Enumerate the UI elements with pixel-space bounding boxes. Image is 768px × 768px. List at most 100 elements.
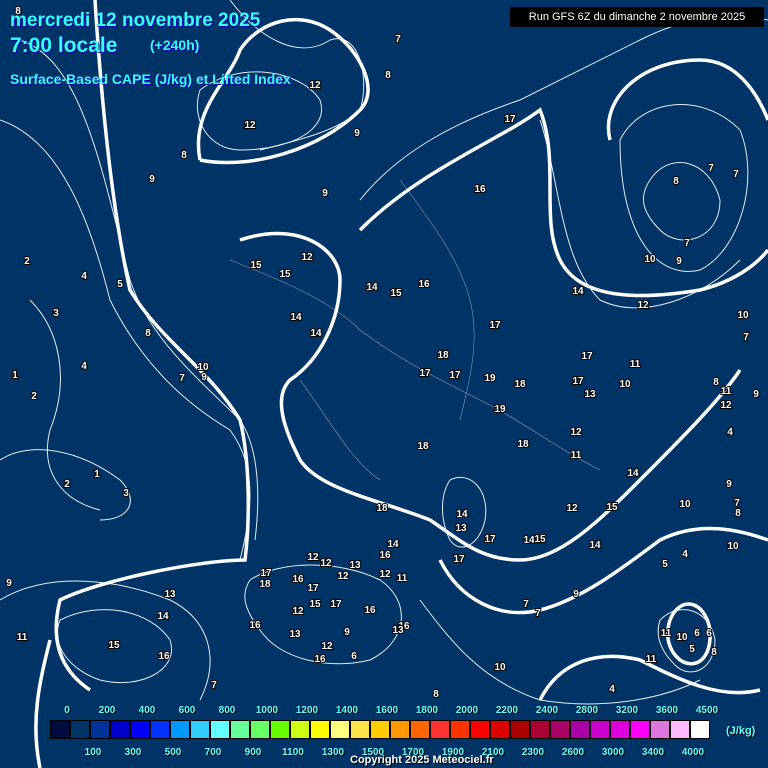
legend-label-top: 600 — [178, 705, 196, 716]
forecast-date: mercredi 12 novembre 2025 — [10, 10, 261, 31]
contour-label: 16 — [249, 620, 261, 631]
legend-label-top: 3600 — [655, 705, 679, 716]
legend-label-top: 1800 — [415, 705, 439, 716]
contour-label: 17 — [572, 376, 584, 387]
legend-swatch — [150, 720, 170, 739]
legend-label-top: 0 — [64, 705, 70, 716]
product-title: Surface-Based CAPE (J/kg) et Lifted Inde… — [10, 71, 291, 87]
legend-label-bottom: 1300 — [321, 747, 345, 758]
contour-label: 2 — [31, 391, 37, 402]
contour-label: 10 — [494, 662, 506, 673]
contour-label: 12 — [320, 558, 332, 569]
legend-label-top: 1600 — [375, 705, 399, 716]
legend-swatch — [170, 720, 190, 739]
contour-label: 1 — [94, 469, 100, 480]
contour-label: 12 — [637, 300, 649, 311]
legend-label-bottom: 100 — [84, 747, 102, 758]
contour-label: 7 — [395, 34, 401, 45]
contour-label: 12 — [379, 569, 391, 580]
contour-label: 9 — [344, 627, 350, 638]
contour-label: 10 — [737, 310, 749, 321]
contour-label: 3 — [53, 308, 59, 319]
legend-swatch — [190, 720, 210, 739]
legend-label-bottom: 4000 — [681, 747, 705, 758]
legend-swatch — [250, 720, 270, 739]
contour-label: 9 — [753, 389, 759, 400]
legend-label-bottom: 500 — [164, 747, 182, 758]
legend-label-top: 2000 — [455, 705, 479, 716]
legend-swatch — [670, 720, 690, 739]
contour-label: 7 — [684, 238, 690, 249]
contour-label: 4 — [81, 271, 87, 282]
contour-label: 14 — [366, 282, 378, 293]
contour-label: 12 — [244, 120, 256, 131]
contour-label: 12 — [570, 427, 582, 438]
contour-label: 10 — [676, 632, 688, 643]
contour-label: 16 — [292, 574, 304, 585]
contour-label: 14 — [310, 328, 322, 339]
contour-label: 13 — [455, 523, 467, 534]
contour-label: 13 — [584, 389, 596, 400]
cape-map: 8 7 8 12 12 9 8 9 9 17 16 8 7 7 7 10 9 2 4 5 15 15 12 14 15 16 14 1… — [0, 0, 768, 768]
contour-label: 9 — [201, 372, 207, 383]
legend-swatch — [130, 720, 150, 739]
legend-label-top: 400 — [138, 705, 156, 716]
legend-label-top: 1400 — [335, 705, 359, 716]
forecast-time: 7:00 locale — [10, 34, 118, 57]
legend-label-bottom: 700 — [204, 747, 222, 758]
legend-label-top: 1000 — [255, 705, 279, 716]
contour-label: 12 — [292, 606, 304, 617]
contour-label: 18 — [376, 503, 388, 514]
legend-swatch — [230, 720, 250, 739]
legend-swatch — [470, 720, 490, 739]
legend-swatch — [350, 720, 370, 739]
contour-label: 10 — [727, 541, 739, 552]
contour-label: 10 — [644, 254, 656, 265]
contour-label: 15 — [108, 640, 120, 651]
legend-swatch — [90, 720, 110, 739]
contour-label: 11 — [397, 573, 408, 584]
legend-swatch — [110, 720, 130, 739]
contour-label: 17 — [330, 599, 342, 610]
legend-swatch — [370, 720, 390, 739]
contour-label: 9 — [676, 256, 682, 267]
contour-label: 10 — [679, 499, 691, 510]
contour-label: 4 — [727, 427, 733, 438]
legend-swatch — [570, 720, 590, 739]
contour-label: 5 — [662, 559, 668, 570]
legend-label-bottom: 3400 — [641, 747, 665, 758]
contour-label: 18 — [259, 579, 271, 590]
contour-label: 9 — [6, 578, 12, 589]
legend-label-bottom: 2600 — [561, 747, 585, 758]
country-borders — [229, 179, 601, 481]
legend-swatch — [510, 720, 530, 739]
contour-label: 6 — [706, 628, 712, 639]
legend-swatch — [450, 720, 470, 739]
legend-label-top: 2400 — [535, 705, 559, 716]
contour-label: 9 — [726, 479, 732, 490]
contour-label: 1 — [12, 370, 18, 381]
contour-label: 17 — [489, 320, 501, 331]
contour-label: 17 — [419, 368, 431, 379]
contour-label: 17 — [260, 568, 272, 579]
contour-label: 12 — [301, 252, 313, 263]
contour-label: 4 — [81, 361, 87, 372]
contour-label: 9 — [149, 174, 155, 185]
thick-contours — [34, 0, 768, 768]
legend-swatch — [410, 720, 430, 739]
contour-label: 17 — [504, 114, 516, 125]
contour-label: 18 — [514, 379, 526, 390]
contour-label: 9 — [322, 188, 328, 199]
legend-label-bottom: 1100 — [282, 747, 304, 758]
contour-label: 18 — [437, 350, 449, 361]
contour-label: 12 — [321, 641, 333, 652]
contour-label: 8 — [181, 150, 187, 161]
contour-label: 12 — [309, 80, 321, 91]
legend-swatch — [270, 720, 290, 739]
contour-label: 11 — [571, 450, 582, 461]
contour-label: 15 — [390, 288, 402, 299]
legend-swatch — [330, 720, 350, 739]
contour-label: 18 — [517, 439, 529, 450]
contour-label: 7 — [708, 163, 714, 174]
legend-label-top: 200 — [98, 705, 116, 716]
